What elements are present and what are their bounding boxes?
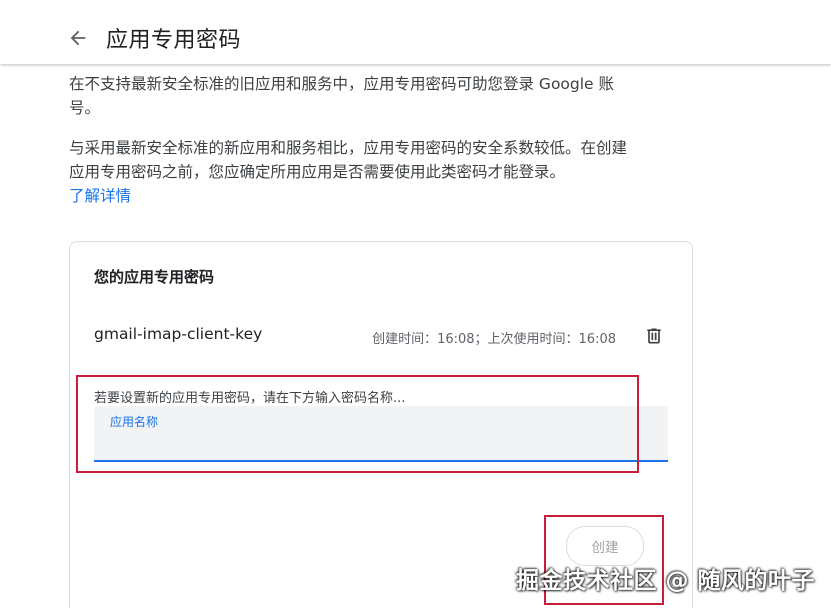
trash-icon [647, 328, 661, 344]
create-button[interactable]: 创建 [566, 526, 644, 566]
app-name-label: 应用名称 [110, 415, 159, 429]
learn-more-link[interactable]: 了解详情 [69, 184, 131, 208]
app-passwords-card: 您的应用专用密码 gmail-imap-client-key 创建时间：16:0… [69, 241, 693, 608]
watermark: 掘金技术社区 @ 随风的叶子 [515, 568, 815, 594]
password-name: gmail-imap-client-key [94, 325, 263, 343]
password-row: gmail-imap-client-key 创建时间：16:08；上次使用时间：… [94, 322, 668, 350]
app-header: 应用专用密码 [0, 0, 831, 64]
intro-paragraph-2: 与采用最新安全标准的新应用和服务相比，应用专用密码的安全系数较低。在创建应用专用… [69, 139, 628, 181]
intro-paragraph-1: 在不支持最新安全标准的旧应用和服务中，应用专用密码可助您登录 Google 账号… [69, 75, 615, 117]
password-meta: 创建时间：16:08；上次使用时间：16:08 [372, 332, 616, 347]
page: 应用专用密码 在不支持最新安全标准的旧应用和服务中，应用专用密码可助您登录 Go… [0, 0, 831, 608]
new-password-hint: 若要设置新的应用专用密码，请在下方输入密码名称... [94, 391, 406, 406]
back-button[interactable] [64, 24, 92, 52]
app-name-input[interactable] [110, 430, 654, 456]
delete-password-button[interactable] [640, 322, 668, 350]
page-title: 应用专用密码 [106, 28, 242, 53]
arrow-left-icon [70, 30, 86, 46]
app-name-field[interactable]: 应用名称 [94, 406, 668, 462]
card-title: 您的应用专用密码 [94, 268, 215, 286]
